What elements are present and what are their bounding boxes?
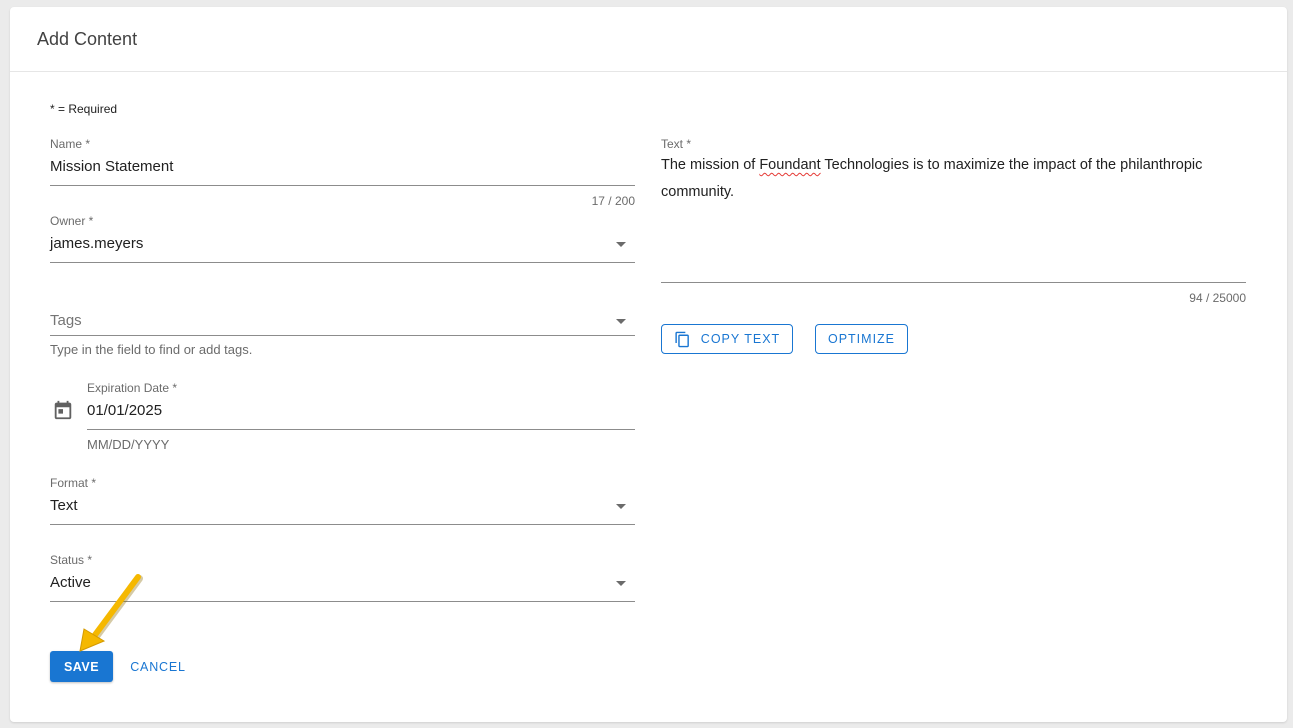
- expiration-input[interactable]: 01/01/2025: [87, 402, 162, 419]
- tags-input[interactable]: Tags: [50, 312, 82, 329]
- add-content-card: Add Content * = Required Name * Mission …: [10, 7, 1287, 722]
- calendar-icon[interactable]: [52, 399, 74, 421]
- expiration-hint: MM/DD/YYYY: [87, 437, 170, 452]
- name-counter: 17 / 200: [591, 194, 635, 208]
- copy-icon: [675, 331, 689, 347]
- text-value-part: The mission of: [661, 157, 760, 173]
- copy-text-button[interactable]: COPY TEXT: [661, 324, 793, 354]
- annotation-arrow-icon: [79, 574, 143, 652]
- text-textarea[interactable]: The mission of Foundant Technologies is …: [661, 152, 1251, 206]
- format-underline: [50, 524, 635, 525]
- tags-underline: [50, 335, 635, 336]
- name-input[interactable]: Mission Statement: [50, 158, 173, 175]
- copy-text-label: COPY TEXT: [700, 332, 781, 346]
- optimize-label: OPTIMIZE: [827, 332, 896, 346]
- chevron-down-icon[interactable]: [616, 504, 626, 509]
- cancel-button[interactable]: CANCEL: [125, 651, 191, 682]
- owner-underline: [50, 262, 635, 263]
- expiration-underline: [87, 429, 635, 430]
- text-underline: [661, 282, 1246, 283]
- text-counter: 94 / 25000: [1189, 291, 1246, 305]
- owner-label: Owner *: [50, 214, 94, 228]
- save-button[interactable]: SAVE: [50, 651, 113, 682]
- optimize-button[interactable]: OPTIMIZE: [815, 324, 908, 354]
- page-title: Add Content: [37, 29, 138, 49]
- chevron-down-icon[interactable]: [616, 581, 626, 586]
- format-value: Text: [50, 497, 78, 514]
- name-underline: [50, 185, 635, 186]
- status-label: Status *: [50, 553, 93, 567]
- owner-value: james.meyers: [50, 235, 144, 252]
- text-label: Text *: [661, 137, 692, 151]
- header-divider: [10, 71, 1287, 72]
- name-label: Name *: [50, 137, 91, 151]
- chevron-down-icon[interactable]: [616, 319, 626, 324]
- tags-hint: Type in the field to find or add tags.: [50, 342, 253, 357]
- misspelled-word: Foundant: [759, 157, 821, 173]
- format-label: Format *: [50, 476, 97, 490]
- chevron-down-icon[interactable]: [616, 242, 626, 247]
- required-note: * = Required: [50, 102, 118, 116]
- expiration-label: Expiration Date *: [87, 381, 178, 395]
